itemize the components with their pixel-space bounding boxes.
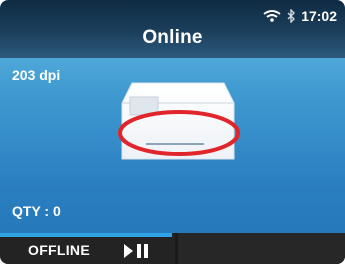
softkey-bar: OFFLINE <box>0 233 345 264</box>
status-header: Online 17:02 <box>0 0 345 58</box>
status-bar: 17:02 <box>263 8 337 24</box>
resolution-label: 203 dpi <box>12 67 61 83</box>
quantity-label: QTY : 0 <box>12 203 61 219</box>
highlight-circle <box>118 110 240 156</box>
clock-time: 17:02 <box>301 8 337 24</box>
offline-softkey[interactable]: OFFLINE <box>0 233 172 264</box>
wifi-icon <box>263 10 281 22</box>
right-softkey[interactable] <box>175 233 345 264</box>
printer-display: Online 17:02 203 dpi QTY: 0 OFFLINE <box>0 0 345 264</box>
play-pause-icon <box>124 244 148 258</box>
page-title: Online <box>142 27 203 48</box>
softkey-accent-bar <box>0 233 172 237</box>
bluetooth-icon <box>287 9 296 23</box>
screen-area: Online 17:02 203 dpi QTY: 0 <box>0 0 345 264</box>
offline-label: OFFLINE <box>28 242 90 258</box>
